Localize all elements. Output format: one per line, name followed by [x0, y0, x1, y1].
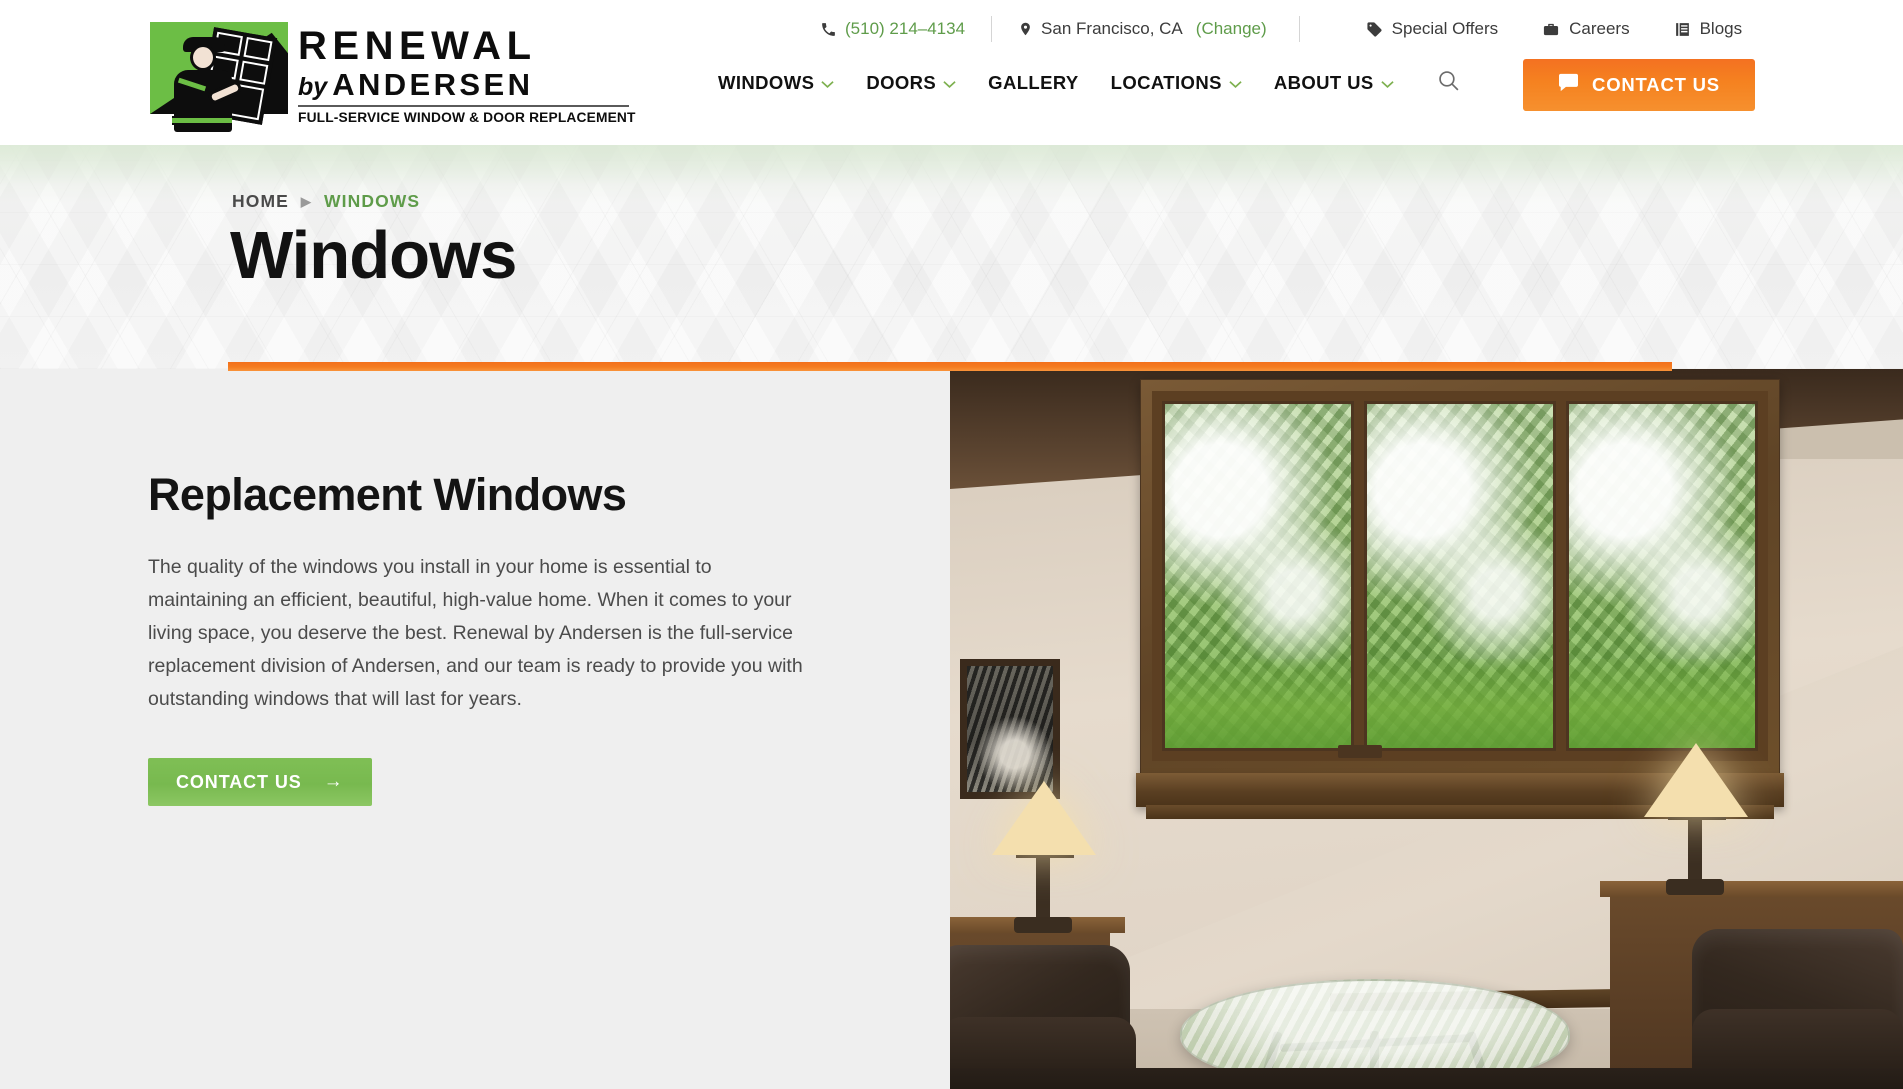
- chat-bubble-icon: [1558, 73, 1579, 97]
- logo-brand-renewal: RENEWAL: [298, 23, 537, 68]
- contact-us-cta-button[interactable]: CONTACT US →: [148, 758, 372, 806]
- section-paragraph: The quality of the windows you install i…: [148, 556, 803, 710]
- logo-mark-icon: ™: [150, 14, 288, 132]
- breadcrumb: HOME ▶ WINDOWS: [232, 191, 420, 212]
- photo-left-table-lamp: [992, 781, 1096, 855]
- logo-tagline: FULL-SERVICE WINDOW & DOOR REPLACEMENT: [298, 109, 636, 125]
- photo-framed-artwork: [960, 659, 1060, 799]
- location-selector[interactable]: San Francisco, CA (Change): [1018, 19, 1267, 39]
- nav-label-windows: WINDOWS: [718, 72, 815, 93]
- breadcrumb-current: WINDOWS: [324, 191, 421, 211]
- main-content: Replacement Windows The quality of the w…: [0, 369, 1903, 1089]
- site-logo[interactable]: ™ RENEWAL by ANDERSEN FULL-SERVICE WINDO…: [150, 14, 635, 132]
- breadcrumb-separator-icon: ▶: [300, 193, 313, 209]
- nav-item-windows[interactable]: WINDOWS: [718, 72, 834, 94]
- search-icon: [1436, 68, 1461, 98]
- briefcase-icon: [1542, 21, 1560, 38]
- phone-number[interactable]: (510) 214–4134: [845, 19, 965, 39]
- page-hero-banner: HOME ▶ WINDOWS Windows: [0, 145, 1903, 369]
- utility-divider: [991, 16, 993, 42]
- location-name: San Francisco, CA: [1041, 19, 1183, 38]
- photo-right-table-lamp: [1644, 743, 1748, 817]
- header-contact-us-button[interactable]: CONTACT US: [1523, 59, 1755, 111]
- logo-brand-andersen: ANDERSEN: [332, 66, 534, 102]
- nav-label-gallery: GALLERY: [988, 72, 1079, 93]
- change-location-link[interactable]: (Change): [1196, 19, 1267, 39]
- chevron-down-icon: [1229, 72, 1242, 94]
- chevron-down-icon: [1381, 72, 1394, 94]
- nav-item-doors[interactable]: DOORS: [866, 72, 956, 94]
- trademark-symbol: ™: [280, 109, 287, 116]
- nav-label-doors: DOORS: [866, 72, 937, 93]
- logo-installer-icon: [168, 30, 244, 132]
- site-header: ™ RENEWAL by ANDERSEN FULL-SERVICE WINDO…: [0, 0, 1903, 145]
- page-title: Windows: [230, 218, 517, 293]
- content-copy-block: Replacement Windows The quality of the w…: [148, 469, 828, 806]
- careers-label: Careers: [1569, 19, 1630, 38]
- chevron-down-icon: [821, 72, 834, 94]
- utility-divider-2: [1298, 16, 1300, 42]
- book-icon: [1674, 21, 1691, 38]
- special-offers-label: Special Offers: [1391, 19, 1499, 38]
- nav-label-locations: LOCATIONS: [1110, 72, 1222, 93]
- arrow-right-icon: →: [323, 771, 344, 792]
- breadcrumb-home-link[interactable]: HOME: [232, 191, 289, 212]
- cta-label: CONTACT US: [176, 771, 302, 792]
- hero-room-photo: [950, 369, 1903, 1089]
- photo-window-panes: [1152, 391, 1768, 761]
- logo-brand-by: by: [298, 72, 328, 101]
- blogs-link[interactable]: Blogs: [1674, 19, 1743, 39]
- special-offers-link[interactable]: Special Offers: [1366, 19, 1498, 39]
- page-bottom-edge: [0, 1068, 1903, 1089]
- nav-item-gallery[interactable]: GALLERY: [988, 72, 1079, 94]
- photo-window-latch: [1338, 745, 1382, 758]
- header-contact-us-label: CONTACT US: [1592, 74, 1720, 95]
- chevron-down-icon: [943, 72, 956, 94]
- careers-link[interactable]: Careers: [1542, 19, 1630, 39]
- nav-label-about-us: ABOUT US: [1273, 72, 1374, 93]
- utility-bar: (510) 214–4134 San Francisco, CA (Change…: [820, 16, 1742, 42]
- blogs-label: Blogs: [1699, 19, 1743, 38]
- nav-item-about-us[interactable]: ABOUT US: [1274, 72, 1394, 94]
- phone-link[interactable]: (510) 214–4134: [820, 19, 965, 39]
- tag-icon: [1366, 21, 1383, 38]
- phone-icon: [820, 21, 837, 38]
- search-button[interactable]: [1436, 68, 1461, 98]
- nav-item-locations[interactable]: LOCATIONS: [1111, 72, 1242, 94]
- map-pin-icon: [1018, 20, 1033, 38]
- hero-accent-rule: [228, 362, 1672, 371]
- main-navigation: WINDOWS DOORS GALLERY LOCATIONS ABOUT US: [718, 68, 1489, 98]
- section-heading: Replacement Windows: [148, 469, 627, 520]
- logo-divider: [298, 104, 629, 107]
